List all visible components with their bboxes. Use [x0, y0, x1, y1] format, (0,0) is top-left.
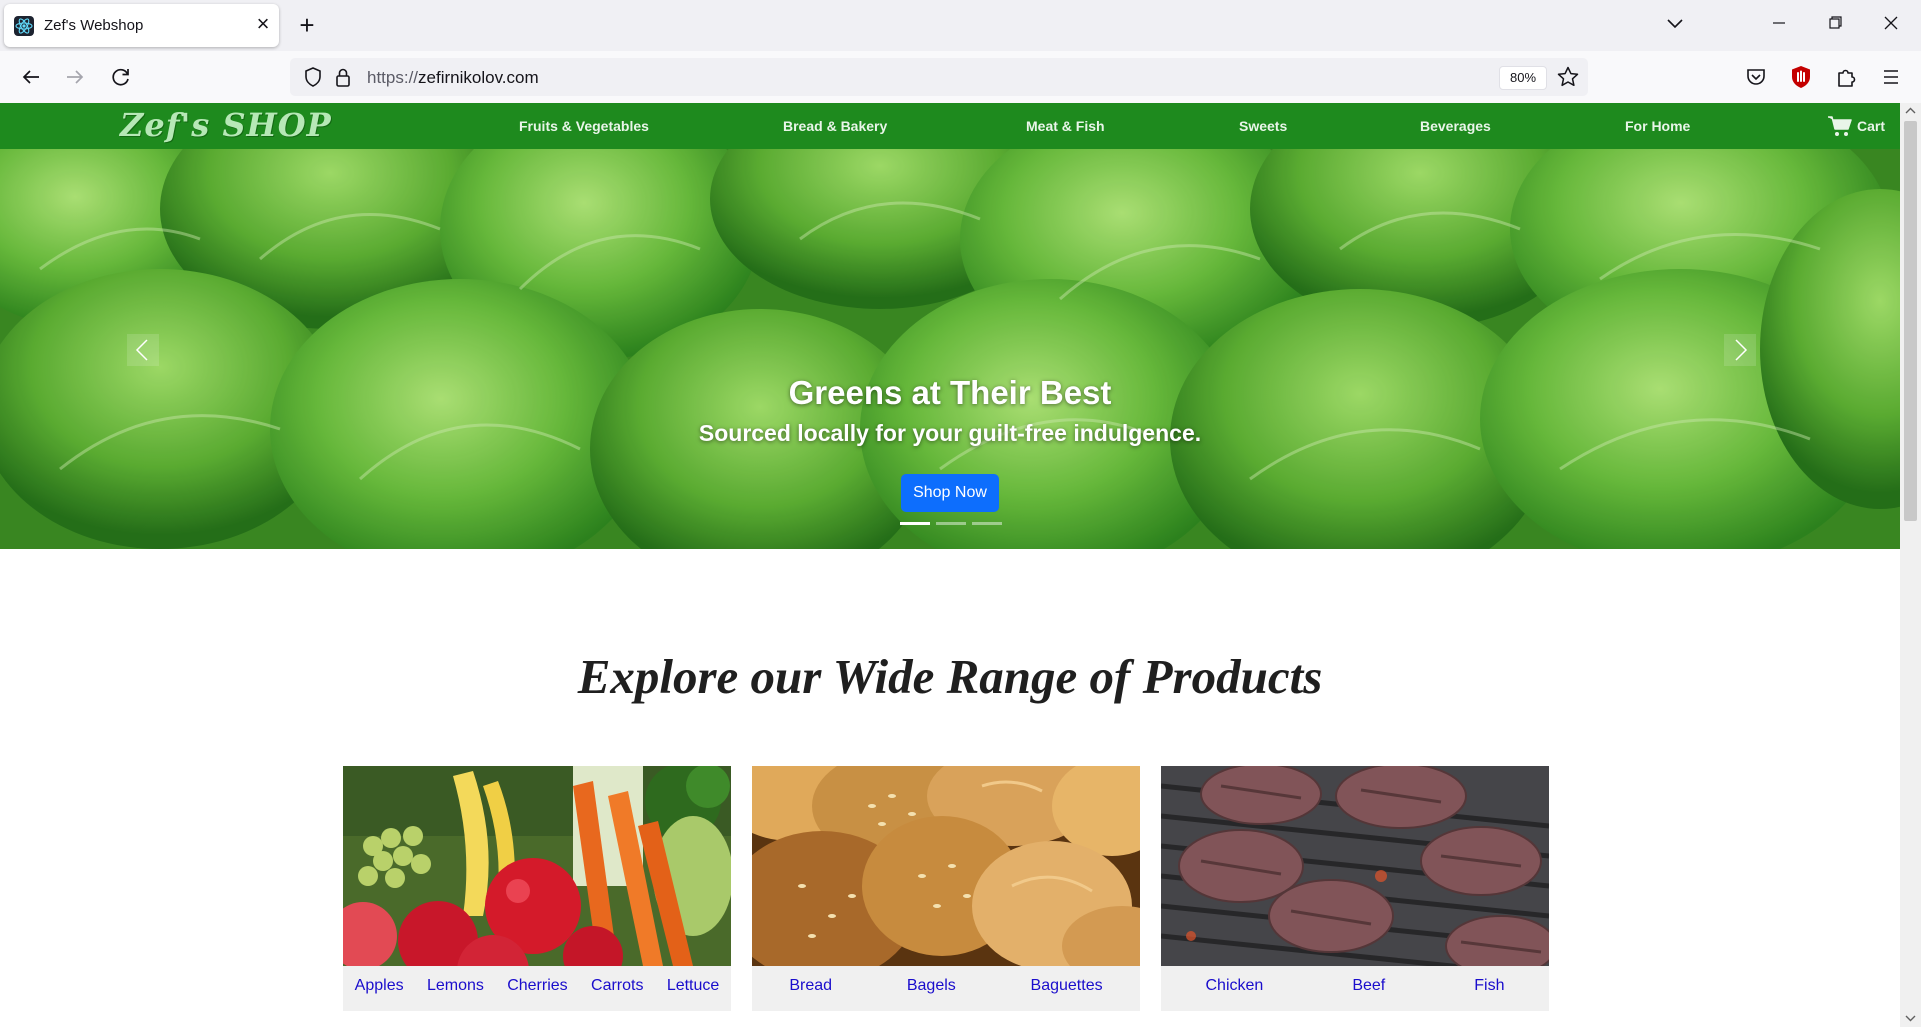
hero-subtitle: Sourced locally for your guilt-free indu…	[698, 420, 1202, 446]
carousel-indicator-1[interactable]	[900, 522, 930, 525]
carousel-next-arrow-icon[interactable]	[1724, 334, 1756, 366]
link-bagels[interactable]: Bagels	[907, 977, 956, 999]
category-card-fruits-vegetables: Apples Lemons Cherries Carrots Lettuce	[343, 766, 731, 1011]
extensions-puzzle-icon[interactable]	[1831, 62, 1861, 92]
tab-title: Zef's Webshop	[44, 17, 144, 34]
link-chicken[interactable]: Chicken	[1206, 977, 1264, 999]
close-tab-icon[interactable]: ×	[252, 13, 274, 35]
ublock-origin-icon[interactable]	[1786, 62, 1816, 92]
new-tab-icon[interactable]: +	[292, 10, 322, 40]
meat-fish-image[interactable]	[1161, 766, 1549, 966]
carousel-indicator-2[interactable]	[936, 522, 966, 525]
link-cherries[interactable]: Cherries	[507, 977, 567, 999]
shop-now-button[interactable]: Shop Now	[901, 474, 999, 512]
pocket-icon[interactable]	[1741, 62, 1771, 92]
card-links: Bread Bagels Baguettes	[752, 977, 1140, 999]
cart-label: Cart	[1857, 118, 1886, 134]
link-apples[interactable]: Apples	[355, 977, 404, 999]
card-links: Chicken Beef Fish	[1161, 977, 1549, 999]
site-navbar: Zef's SHOP Fruits & Vegetables Bread & B…	[0, 103, 1900, 149]
cart-icon	[1828, 116, 1852, 136]
address-bar[interactable]: https://zefirnikolov.com 80%	[290, 58, 1588, 96]
link-lemons[interactable]: Lemons	[427, 977, 484, 999]
browser-tab-strip: Zef's Webshop × +	[0, 0, 1921, 51]
nav-link-meat-fish[interactable]: Meat & Fish	[1026, 118, 1105, 134]
nav-link-fruits-vegetables[interactable]: Fruits & Vegetables	[519, 118, 649, 134]
category-card-meat-fish: Chicken Beef Fish	[1161, 766, 1549, 1011]
minimize-icon[interactable]	[1756, 6, 1802, 40]
section-title: Explore our Wide Range of Products	[577, 649, 1323, 704]
link-baguettes[interactable]: Baguettes	[1031, 977, 1103, 999]
nav-link-bread-bakery[interactable]: Bread & Bakery	[783, 118, 887, 134]
page-viewport: Zef's SHOP Fruits & Vegetables Bread & B…	[0, 103, 1900, 1027]
scroll-up-arrow-icon[interactable]	[1905, 107, 1916, 115]
link-carrots[interactable]: Carrots	[591, 977, 643, 999]
nav-link-beverages[interactable]: Beverages	[1420, 118, 1491, 134]
category-card-bread-bakery: Bread Bagels Baguettes	[752, 766, 1140, 1011]
browser-toolbar: https://zefirnikolov.com 80%	[0, 51, 1921, 104]
scrollbar-thumb[interactable]	[1904, 121, 1917, 521]
link-fish[interactable]: Fish	[1474, 977, 1504, 999]
carousel-indicators	[900, 522, 1002, 526]
carousel-indicator-3[interactable]	[972, 522, 1002, 525]
lock-icon[interactable]	[330, 64, 356, 90]
link-lettuce[interactable]: Lettuce	[667, 977, 719, 999]
url-host: zefirnikolov.com	[418, 68, 539, 87]
page-scrollbar[interactable]	[1900, 103, 1921, 1027]
reload-icon[interactable]	[106, 62, 136, 92]
card-links: Apples Lemons Cherries Carrots Lettuce	[343, 977, 731, 999]
url-text[interactable]: https://zefirnikolov.com	[367, 68, 539, 88]
forward-arrow-icon[interactable]	[60, 62, 90, 92]
react-favicon-icon	[14, 16, 34, 36]
back-arrow-icon[interactable]	[16, 62, 46, 92]
hero-carousel: Greens at Their Best Sourced locally for…	[0, 149, 1900, 549]
zoom-level-badge[interactable]: 80%	[1499, 66, 1547, 90]
hero-title: Greens at Their Best	[788, 374, 1112, 411]
scroll-down-arrow-icon[interactable]	[1905, 1014, 1916, 1022]
chevron-down-icon[interactable]	[1660, 12, 1690, 36]
browser-tab[interactable]: Zef's Webshop ×	[4, 4, 279, 47]
bookmark-star-icon[interactable]	[1555, 64, 1581, 90]
link-bread[interactable]: Bread	[789, 977, 832, 999]
hamburger-menu-icon[interactable]	[1876, 62, 1906, 92]
link-beef[interactable]: Beef	[1352, 977, 1385, 999]
restore-icon[interactable]	[1812, 6, 1858, 40]
url-protocol: https://	[367, 68, 419, 87]
carousel-prev-arrow-icon[interactable]	[127, 334, 159, 366]
site-logo[interactable]: Zef's SHOP	[120, 106, 332, 144]
bread-bakery-image[interactable]	[752, 766, 1140, 966]
close-window-icon[interactable]	[1868, 6, 1914, 40]
shield-icon[interactable]	[300, 64, 326, 90]
nav-link-for-home[interactable]: For Home	[1625, 118, 1690, 134]
nav-link-sweets[interactable]: Sweets	[1239, 118, 1287, 134]
fruits-vegetables-image[interactable]	[343, 766, 731, 966]
